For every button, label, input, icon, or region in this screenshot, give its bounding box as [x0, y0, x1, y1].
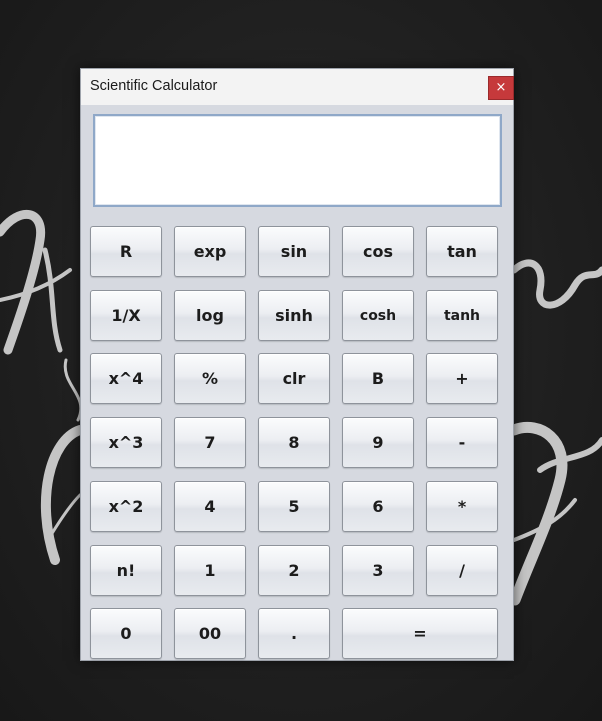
key-00-button[interactable]: 00	[174, 608, 246, 659]
keypad: Rexp sin cos tan 1/X log sinh cosh tanh x^4% clr B +…	[90, 226, 498, 663]
key-minus-button[interactable]: -	[426, 417, 498, 468]
key-xpow2-button[interactable]: x^2	[90, 481, 162, 532]
key-sin-button[interactable]: sin	[258, 226, 330, 277]
close-button[interactable]: ×	[488, 76, 514, 100]
key-sinh-button[interactable]: sinh	[258, 290, 330, 341]
key-log-button[interactable]: log	[174, 290, 246, 341]
key-multiply-button[interactable]: *	[426, 481, 498, 532]
calculator-window: Scientific Calculator × Rexp sin cos tan 1/X…	[80, 68, 514, 661]
key-1-button[interactable]: 1	[174, 545, 246, 596]
key-cosh-button[interactable]: cosh	[342, 290, 414, 341]
key-clr-button[interactable]: clr	[258, 353, 330, 404]
title-bar[interactable]: Scientific Calculator ×	[81, 69, 514, 105]
key-5-button[interactable]: 5	[258, 481, 330, 532]
key-tanh-button[interactable]: tanh	[426, 290, 498, 341]
key-4-button[interactable]: 4	[174, 481, 246, 532]
key-3-button[interactable]: 3	[342, 545, 414, 596]
key-equals-button[interactable]: =	[342, 608, 498, 659]
key-plus-button[interactable]: +	[426, 353, 498, 404]
key-b-button[interactable]: B	[342, 353, 414, 404]
key-1-over-x-button[interactable]: 1/X	[90, 290, 162, 341]
key-decimal-button[interactable]: .	[258, 608, 330, 659]
key-cos-button[interactable]: cos	[342, 226, 414, 277]
key-exp-button[interactable]: exp	[174, 226, 246, 277]
key-7-button[interactable]: 7	[174, 417, 246, 468]
close-icon: ×	[495, 80, 507, 95]
key-divide-button[interactable]: /	[426, 545, 498, 596]
calculator-display[interactable]	[93, 114, 502, 207]
window-title: Scientific Calculator	[90, 78, 218, 94]
key-9-button[interactable]: 9	[342, 417, 414, 468]
key-tan-button[interactable]: tan	[426, 226, 498, 277]
key-percent-button[interactable]: %	[174, 353, 246, 404]
key-xpow4-button[interactable]: x^4	[90, 353, 162, 404]
key-8-button[interactable]: 8	[258, 417, 330, 468]
key-6-button[interactable]: 6	[342, 481, 414, 532]
key-0-button[interactable]: 0	[90, 608, 162, 659]
key-xpow3-button[interactable]: x^3	[90, 417, 162, 468]
key-n-factorial-button[interactable]: n!	[90, 545, 162, 596]
key-2-button[interactable]: 2	[258, 545, 330, 596]
key-r-button[interactable]: R	[90, 226, 162, 277]
